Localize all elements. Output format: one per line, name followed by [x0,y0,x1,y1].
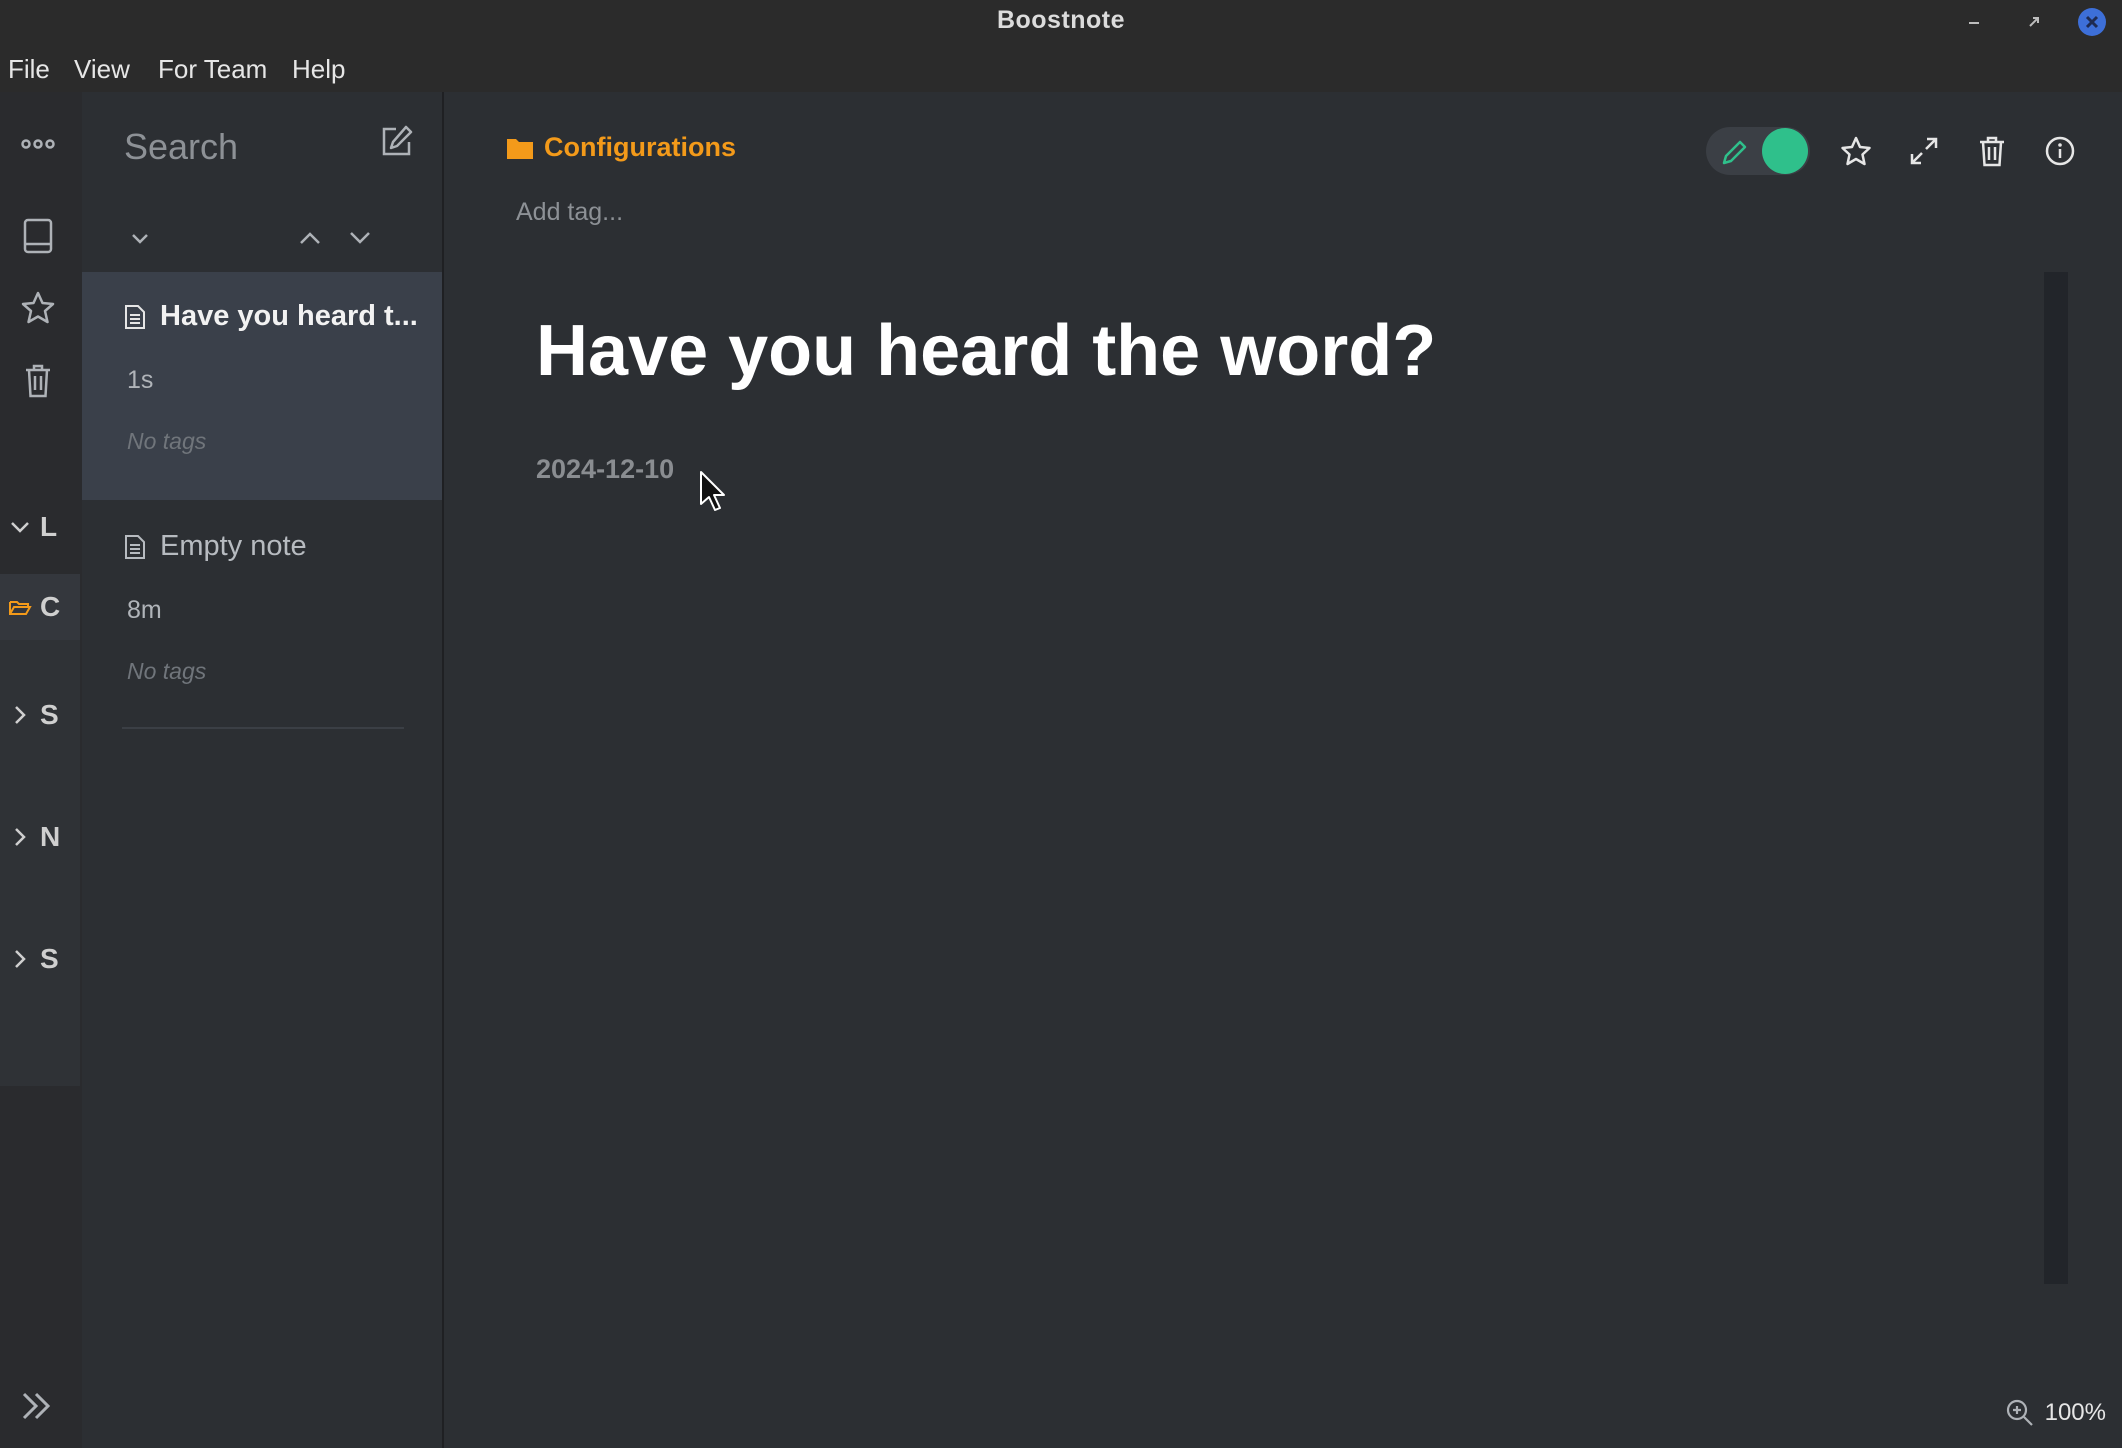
menu-bar: File View For Team Help [0,42,2122,92]
note-tags: No tags [127,428,207,454]
all-notes-button[interactable] [14,212,62,260]
open-folder-icon [0,598,40,616]
storage-row[interactable]: L [0,494,80,560]
double-chevron-right-icon [22,1392,51,1420]
note-item[interactable]: Empty note 8m No tags [82,502,442,730]
pencil-icon [1722,140,1747,165]
minimize-button[interactable] [1960,8,1988,36]
document-icon [125,534,145,559]
chevron-down-icon[interactable] [348,230,372,246]
maximize-button[interactable] [2020,8,2048,36]
note-title: Empty note [124,530,424,563]
toggle-knob [1762,128,1808,174]
add-tag-input[interactable]: Add tag... [516,198,623,227]
menu-view[interactable]: View [74,54,130,85]
preview-scrollbar[interactable] [2044,272,2068,1284]
folder-row-active[interactable]: C [0,574,80,640]
more-icon [21,139,55,149]
starred-button[interactable] [14,284,62,332]
chevron-right-icon [0,705,40,725]
folder-row[interactable]: S [0,926,80,992]
title-bar: Boostnote [0,0,2122,42]
chevron-down-icon [0,520,40,534]
note-title: Have you heard t... [124,300,424,333]
zoom-level: 100% [2044,1399,2106,1426]
document-icon [125,304,145,329]
close-icon [2085,15,2099,29]
star-icon [21,291,55,324]
side-rail: L C S N S [0,92,84,1448]
menu-help[interactable]: Help [292,54,345,85]
expand-icon [1910,137,1938,165]
expand-sidebar-button[interactable] [18,1386,62,1430]
note-time: 8m [127,596,162,624]
info-button[interactable] [2038,129,2082,173]
trash-icon [26,364,50,398]
folder-letter: S [40,699,59,730]
edit-preview-toggle[interactable] [1706,127,1810,175]
sort-controls [122,218,422,258]
fullscreen-button[interactable] [1902,129,1946,173]
search-input[interactable]: Search [124,126,238,168]
delete-note-button[interactable] [1970,129,2014,173]
note-date: 2024-12-10 [536,454,675,484]
note-heading: Have you heard the word? [536,311,1437,391]
storage-letter: L [40,511,58,542]
new-note-icon [382,125,413,156]
zoom-indicator[interactable]: 100% [2005,1398,2106,1428]
editor-pane: Configurations Add tag... Have you heard… [444,92,2122,1448]
trash-icon [1980,136,2004,167]
trash-button[interactable] [14,356,62,404]
sort-dropdown-icon[interactable] [130,232,150,246]
new-note-button[interactable] [378,124,418,164]
folder-row[interactable]: S [0,682,80,748]
folder-icon [507,138,533,159]
menu-for-team[interactable]: For Team [158,54,267,85]
notebook-icon [23,218,53,254]
window-title: Boostnote [996,6,1126,34]
note-divider [122,727,404,729]
folder-letter: C [40,591,61,622]
star-icon [1841,136,1871,166]
chevron-right-icon [0,827,40,847]
folder-breadcrumb[interactable]: Configurations [506,132,736,163]
note-list: Search Have you heard t... 1s No tags Em… [82,92,444,1448]
folder-name: Configurations [544,132,736,162]
zoom-in-icon [2006,1399,2033,1426]
chevron-up-icon[interactable] [298,230,322,246]
editor-toolbar [1706,126,2082,176]
note-item-selected[interactable]: Have you heard t... 1s No tags [82,272,442,500]
folder-letter: N [40,821,61,852]
restore-icon [2029,17,2039,27]
folder-row[interactable]: N [0,804,80,870]
info-icon [2045,136,2075,166]
folder-letter: S [40,943,59,974]
chevron-right-icon [0,949,40,969]
note-time: 1s [127,366,154,394]
mouse-cursor-icon [700,471,725,511]
minimize-icon [1969,22,1979,24]
star-button[interactable] [1834,129,1878,173]
menu-file[interactable]: File [8,54,50,85]
more-button[interactable] [14,120,62,168]
note-tags: No tags [127,658,207,684]
close-button[interactable] [2078,8,2106,36]
